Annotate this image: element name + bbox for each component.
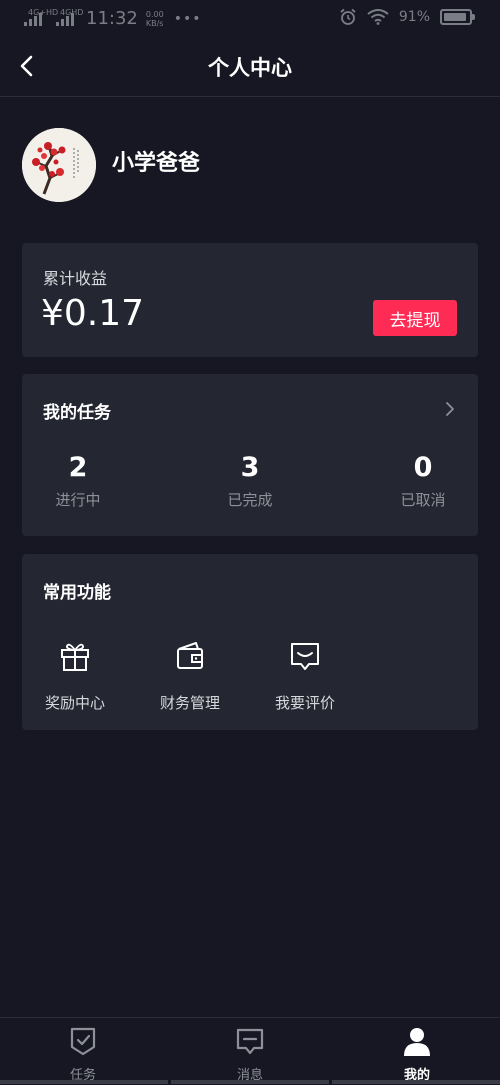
- finance-management-button[interactable]: 财务管理: [140, 638, 240, 713]
- task-stat-label: 进行中: [55, 491, 101, 509]
- more-notifications-icon: •••: [173, 10, 202, 27]
- function-label: 我要评价: [274, 694, 335, 712]
- nav-bar: 个人中心: [0, 38, 500, 97]
- message-icon: [236, 1028, 264, 1055]
- username: 小学爸爸: [112, 151, 201, 176]
- earnings-card: 累计收益 ¥0.17 去提现: [22, 243, 478, 357]
- task-stat-label: 已完成: [227, 491, 273, 509]
- function-label: 财务管理: [159, 694, 220, 712]
- signal-icon: 4GHD: [56, 8, 83, 26]
- write-review-button[interactable]: 我要评价: [255, 638, 355, 713]
- wallet-icon: [177, 642, 203, 669]
- wifi-icon: [367, 9, 389, 25]
- withdraw-button[interactable]: 去提现: [373, 300, 457, 336]
- status-bar: 4G+HD 4GHD 11:32 0.00 KB/s ••• 91%: [0, 0, 500, 38]
- user-icon: [404, 1028, 430, 1056]
- task-shield-icon: [70, 1027, 96, 1056]
- alarm-icon: [340, 8, 356, 25]
- task-stat-label: 已取消: [400, 491, 446, 509]
- bottom-tab-bar: 任务 消息 我的: [0, 1017, 500, 1085]
- battery-percent: 91%: [398, 9, 430, 25]
- plum-blossom-painting-image: [22, 128, 96, 202]
- battery-icon: [440, 9, 475, 25]
- tab-indicator: [332, 1080, 500, 1084]
- gift-icon: [61, 643, 89, 671]
- common-functions-title: 常用功能: [43, 583, 111, 603]
- chevron-right-icon[interactable]: [442, 401, 458, 417]
- tab-indicator: [0, 1080, 168, 1084]
- common-functions-card: 常用功能 奖励中心 财务管理 我要评价: [22, 554, 478, 730]
- avatar[interactable]: [22, 128, 96, 202]
- earnings-label: 累计收益: [43, 269, 108, 288]
- tab-indicator: [171, 1080, 329, 1084]
- tab-messages[interactable]: 消息: [190, 1026, 310, 1083]
- tab-tasks[interactable]: 任务: [23, 1026, 143, 1083]
- task-stat-completed[interactable]: 3 已完成: [200, 452, 300, 510]
- my-tasks-card[interactable]: 我的任务 2 进行中 3 已完成 0 已取消: [22, 374, 478, 536]
- signal-icon: 4G+HD: [24, 8, 58, 26]
- network-speed: 0.00 KB/s: [145, 9, 164, 28]
- my-tasks-title: 我的任务: [43, 403, 111, 423]
- task-count: 0: [413, 452, 433, 483]
- task-stat-in-progress[interactable]: 2 进行中: [28, 452, 128, 510]
- reward-center-button[interactable]: 奖励中心: [25, 638, 125, 713]
- function-label: 奖励中心: [44, 694, 105, 712]
- task-stat-cancelled[interactable]: 0 已取消: [373, 452, 473, 510]
- tab-mine[interactable]: 我的: [357, 1026, 477, 1083]
- earnings-value: ¥0.17: [41, 293, 145, 334]
- task-count: 2: [68, 452, 88, 483]
- status-time: 11:32: [86, 8, 138, 29]
- profile-header: 小学爸爸: [22, 128, 200, 202]
- page-title: 个人中心: [208, 56, 292, 80]
- task-count: 3: [240, 452, 260, 483]
- comment-icon: [291, 643, 319, 670]
